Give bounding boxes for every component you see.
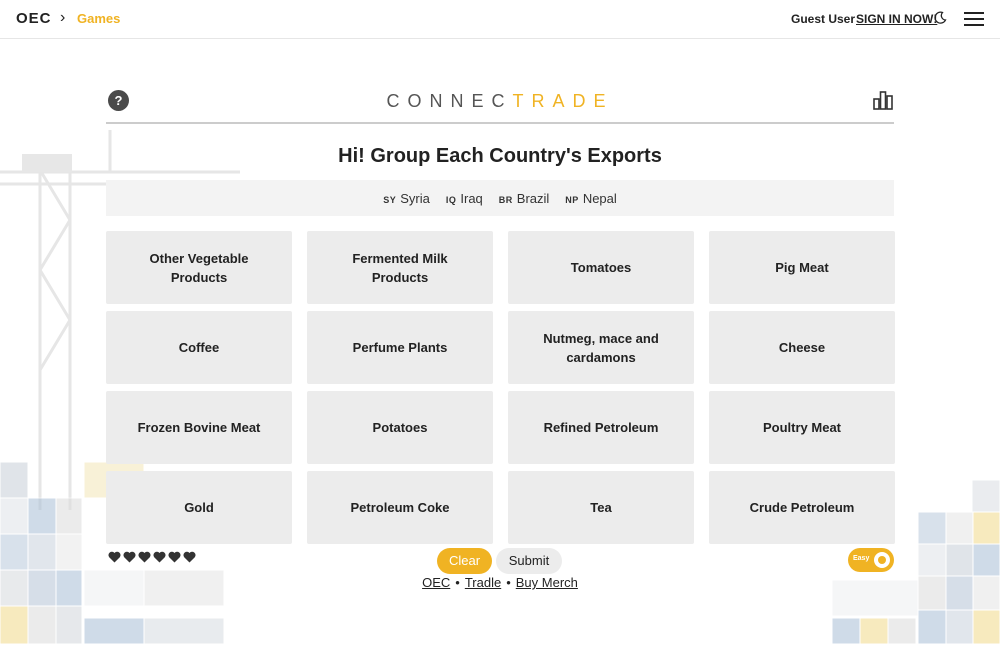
brand-part-conn: CONN	[386, 91, 472, 111]
heart-icon	[108, 551, 121, 563]
product-tile[interactable]: Other Vegetable Products	[106, 231, 292, 304]
country-code: NP	[565, 194, 579, 205]
product-tile[interactable]: Frozen Bovine Meat	[106, 391, 292, 464]
difficulty-toggle[interactable]: Easy	[848, 548, 894, 572]
heart-icon	[153, 551, 166, 563]
toggle-knob	[874, 552, 890, 568]
product-tile[interactable]: Cheese	[709, 311, 895, 384]
hamburger-menu-icon[interactable]	[964, 12, 984, 27]
country-iraq[interactable]: IQ Iraq	[446, 191, 483, 206]
product-tile[interactable]: Poultry Meat	[709, 391, 895, 464]
product-tile[interactable]: Fermented Milk Products	[307, 231, 493, 304]
brand-part-trade: TRADE	[512, 91, 614, 111]
country-code: BR	[498, 194, 513, 205]
product-tile[interactable]: Pig Meat	[709, 231, 895, 304]
brand-part-e: E	[471, 91, 492, 111]
product-tile[interactable]: Petroleum Coke	[307, 471, 493, 544]
guest-user-label: Guest User	[791, 12, 856, 26]
brand-part-c: C	[491, 91, 513, 111]
country-code: SY	[383, 194, 397, 205]
heart-icon	[138, 551, 151, 563]
stats-bar-chart-icon[interactable]	[872, 90, 894, 110]
header-divider	[106, 122, 894, 124]
buy-merch-link[interactable]: Buy Merch	[516, 575, 578, 590]
product-tile[interactable]: Refined Petroleum	[508, 391, 694, 464]
heart-icon	[168, 551, 181, 563]
country-brazil[interactable]: BR Brazil	[499, 191, 550, 206]
link-separator: •	[506, 575, 511, 590]
lives-indicator	[108, 551, 196, 563]
country-name: Iraq	[460, 190, 483, 206]
footer-links: OEC • Tradle • Buy Merch	[106, 575, 894, 590]
moon-icon[interactable]	[933, 11, 947, 25]
product-tile[interactable]: Tomatoes	[508, 231, 694, 304]
breadcrumb-games[interactable]: Games	[77, 11, 120, 26]
connectrade-logo: CONNECTRADE	[106, 91, 894, 112]
game-headline: Hi! Group Each Country's Exports	[338, 145, 662, 167]
product-tile[interactable]: Potatoes	[307, 391, 493, 464]
oec-logo[interactable]: OEC	[16, 10, 52, 27]
product-tile[interactable]: Perfume Plants	[307, 311, 493, 384]
product-tile[interactable]: Tea	[508, 471, 694, 544]
product-tile[interactable]: Coffee	[106, 311, 292, 384]
product-tile[interactable]: Nutmeg, mace and cardamons	[508, 311, 694, 384]
submit-button[interactable]: Submit	[496, 548, 562, 574]
heart-icon	[123, 551, 136, 563]
country-nepal[interactable]: NP Nepal	[565, 191, 616, 206]
country-name: Syria	[400, 190, 430, 206]
country-code: IQ	[445, 194, 457, 205]
oec-link[interactable]: OEC	[422, 575, 450, 590]
country-name: Brazil	[516, 190, 550, 206]
difficulty-label: Easy	[853, 555, 870, 562]
countries-bar: SY Syria IQ Iraq BR Brazil NP Nepal	[106, 180, 894, 216]
link-separator: •	[455, 575, 460, 590]
product-tile[interactable]: Gold	[106, 471, 292, 544]
chevron-right-icon: ›	[60, 9, 66, 26]
clear-button[interactable]: Clear	[437, 548, 492, 574]
top-navigation-bar: OEC › Games Guest User SIGN IN NOW!	[0, 0, 1000, 39]
tradle-link[interactable]: Tradle	[465, 575, 501, 590]
sign-in-link[interactable]: SIGN IN NOW!	[856, 12, 937, 26]
heart-icon	[183, 551, 196, 563]
country-syria[interactable]: SY Syria	[383, 191, 430, 206]
product-tile-grid: Other Vegetable Products Fermented Milk …	[106, 231, 895, 544]
product-tile[interactable]: Crude Petroleum	[709, 471, 895, 544]
country-name: Nepal	[582, 190, 617, 206]
